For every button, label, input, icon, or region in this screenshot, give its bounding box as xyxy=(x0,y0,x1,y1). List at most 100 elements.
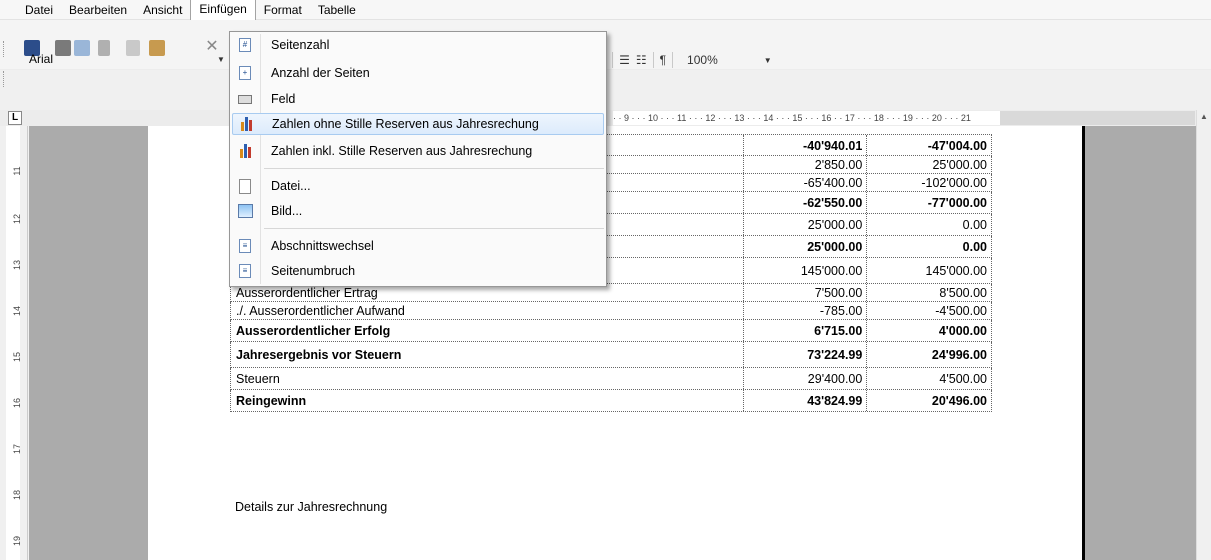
paragraph-icon[interactable]: ¶ xyxy=(660,53,666,67)
table-row[interactable]: Reingewinn 43'824.99 20'496.00 xyxy=(230,390,992,412)
table-row[interactable]: Ausserordentlicher Erfolg 6'715.00 4'000.0… xyxy=(230,320,992,342)
scroll-up-icon[interactable]: ▲ xyxy=(1197,110,1211,124)
separator xyxy=(612,52,614,68)
table-cell-value[interactable]: 7'500.00 xyxy=(744,284,868,301)
table-cell-label[interactable]: Ausserordentlicher Erfolg xyxy=(231,320,744,341)
table-cell-value[interactable]: 6'715.00 xyxy=(744,320,868,341)
menu-item-anzahl-seiten[interactable]: + Anzahl der Seiten xyxy=(232,62,604,84)
table-cell-value[interactable]: 145'000.00 xyxy=(744,258,868,283)
table-cell-label[interactable]: Jahresergebnis vor Steuern xyxy=(231,342,744,367)
tab-stop-icon[interactable]: L xyxy=(8,111,22,125)
font-name-combo[interactable]: Arial ▼ xyxy=(23,50,229,68)
menu-item-label: Zahlen inkl. Stille Reserven aus Jahresr… xyxy=(271,144,533,158)
table-cell-value[interactable]: 2'850.00 xyxy=(744,156,868,173)
table-cell-value[interactable]: -785.00 xyxy=(744,302,868,319)
page-break-icon: ≡ xyxy=(237,263,253,279)
vruler-mark: 16 xyxy=(12,398,22,409)
table-cell-value[interactable]: -65'400.00 xyxy=(744,174,868,191)
chevron-down-icon[interactable]: ▼ xyxy=(764,56,772,65)
vertical-ruler[interactable]: 11 12 13 14 15 16 17 18 19 xyxy=(0,126,28,560)
menu-item-label: Datei... xyxy=(271,179,311,193)
table-cell-value[interactable]: 29'400.00 xyxy=(744,368,868,389)
menu-datei[interactable]: Datei xyxy=(17,0,61,20)
zoom-value[interactable]: 100% xyxy=(687,53,718,67)
table-row[interactable]: Jahresergebnis vor Steuern 73'224.99 24'99… xyxy=(230,342,992,368)
format-toolbar-right: ≣ ☰ ☷ ¶ 100% ▼ xyxy=(596,49,772,71)
vertical-scrollbar[interactable]: ▲ xyxy=(1196,110,1211,560)
bullet-list-icon[interactable]: ☰ xyxy=(619,53,630,67)
table-cell-value[interactable]: 73'224.99 xyxy=(744,342,868,367)
vruler-mark: 18 xyxy=(12,490,22,501)
table-cell-value[interactable]: 25'000.00 xyxy=(867,156,991,173)
menu-separator xyxy=(264,168,604,169)
menu-item-datei[interactable]: Datei... xyxy=(232,175,604,197)
table-cell-value[interactable]: -40'940.01 xyxy=(744,135,868,155)
menu-item-seitenzahl[interactable]: # Seitenzahl xyxy=(232,34,604,56)
menu-item-label: Bild... xyxy=(271,204,303,218)
separator xyxy=(672,52,674,68)
menu-item-label: Zahlen ohne Stille Reserven aus Jahresre… xyxy=(272,117,539,131)
table-cell-value[interactable]: -47'004.00 xyxy=(867,135,991,155)
table-cell-value[interactable]: 4'000.00 xyxy=(867,320,991,341)
table-cell-label[interactable]: ./. Ausserordentlicher Aufwand xyxy=(231,302,744,319)
menu-item-zahlen-ohne-reserven[interactable]: Zahlen ohne Stille Reserven aus Jahresre… xyxy=(232,113,604,135)
menu-item-zahlen-inkl-reserven[interactable]: Zahlen inkl. Stille Reserven aus Jahresr… xyxy=(232,140,604,162)
file-icon xyxy=(237,178,253,194)
ruler-margin xyxy=(1000,111,1195,125)
menu-ansicht[interactable]: Ansicht xyxy=(135,0,190,20)
vruler-mark: 15 xyxy=(12,352,22,363)
vruler-mark: 12 xyxy=(12,214,22,225)
table-cell-value[interactable]: -102'000.00 xyxy=(867,174,991,191)
vertical-ruler-strip: 11 12 13 14 15 16 17 18 19 xyxy=(6,126,22,560)
vruler-mark: 13 xyxy=(12,260,22,271)
table-cell-value[interactable]: 24'996.00 xyxy=(867,342,991,367)
table-cell-value[interactable]: 145'000.00 xyxy=(867,258,991,283)
table-cell-value[interactable]: 4'500.00 xyxy=(867,368,991,389)
table-row[interactable]: ./. Ausserordentlicher Aufwand -785.00 -4'… xyxy=(230,302,992,320)
menu-einfuegen[interactable]: Einfügen xyxy=(190,0,256,20)
menu-item-label: Anzahl der Seiten xyxy=(271,66,370,80)
toolbar-grip[interactable] xyxy=(3,41,6,57)
table-cell-value[interactable]: -4'500.00 xyxy=(867,302,991,319)
table-cell-value[interactable]: -77'000.00 xyxy=(867,192,991,213)
menu-item-label: Feld xyxy=(271,92,296,106)
picture-icon xyxy=(237,203,253,219)
menu-format[interactable]: Format xyxy=(256,0,310,20)
insert-menu: # Seitenzahl + Anzahl der Seiten Feld Za… xyxy=(229,31,607,287)
toolbar-grip-2[interactable] xyxy=(3,71,6,87)
chevron-down-icon[interactable]: ▼ xyxy=(217,55,229,64)
menu-item-bild[interactable]: Bild... xyxy=(232,200,604,222)
table-cell-label[interactable]: Steuern xyxy=(231,368,744,389)
page-number-icon: # xyxy=(237,37,253,53)
field-icon xyxy=(237,91,253,107)
table-cell-value[interactable]: -62'550.00 xyxy=(744,192,868,213)
table-cell-value[interactable]: 25'000.00 xyxy=(744,214,868,235)
vruler-mark: 17 xyxy=(12,444,22,455)
table-cell-value[interactable]: 8'500.00 xyxy=(867,284,991,301)
menu-separator xyxy=(264,228,604,229)
table-cell-value[interactable]: 43'824.99 xyxy=(744,390,868,411)
bar-chart-icon xyxy=(238,116,254,132)
menu-item-label: Seitenzahl xyxy=(271,38,330,52)
font-name-value: Arial xyxy=(29,52,54,66)
menu-item-seitenumbruch[interactable]: ≡ Seitenumbruch xyxy=(232,260,604,282)
table-cell-value[interactable]: 20'496.00 xyxy=(867,390,991,411)
bar-chart-icon xyxy=(237,143,253,159)
table-cell-value[interactable]: 0.00 xyxy=(867,214,991,235)
menu-item-feld[interactable]: Feld xyxy=(232,88,604,110)
table-cell-value[interactable]: 25'000.00 xyxy=(744,236,868,257)
section-break-icon: ≡ xyxy=(237,238,253,254)
numbered-list-icon[interactable]: ☷ xyxy=(636,53,647,67)
table-row[interactable]: Steuern 29'400.00 4'500.00 xyxy=(230,368,992,390)
menubar: Datei Bearbeiten Ansicht Einfügen Format… xyxy=(0,0,1211,20)
vruler-mark: 14 xyxy=(12,306,22,317)
separator xyxy=(652,52,654,68)
page-count-icon: + xyxy=(237,65,253,81)
vruler-mark: 19 xyxy=(12,536,22,547)
vruler-mark: 11 xyxy=(12,166,22,176)
menu-tabelle[interactable]: Tabelle xyxy=(310,0,364,20)
table-cell-value[interactable]: 0.00 xyxy=(867,236,991,257)
menu-item-abschnittswechsel[interactable]: ≡ Abschnittswechsel xyxy=(232,235,604,257)
table-cell-label[interactable]: Reingewinn xyxy=(231,390,744,411)
menu-bearbeiten[interactable]: Bearbeiten xyxy=(61,0,135,20)
